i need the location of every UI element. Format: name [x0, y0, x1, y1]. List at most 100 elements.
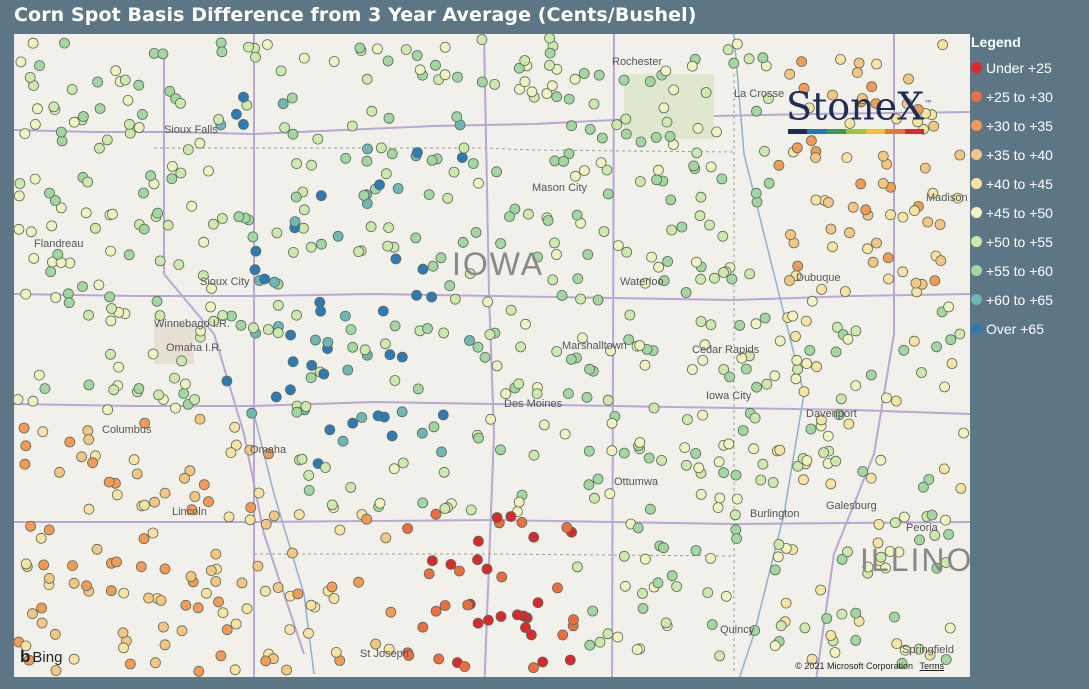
basis-marker[interactable] [437, 409, 449, 421]
legend-item[interactable]: +55 to +60 [971, 256, 1089, 285]
basis-marker[interactable] [292, 588, 304, 600]
basis-marker[interactable] [718, 467, 729, 479]
basis-marker[interactable] [583, 445, 595, 457]
basis-marker[interactable] [686, 60, 698, 72]
basis-marker[interactable] [865, 472, 877, 484]
basis-marker[interactable] [811, 361, 822, 373]
basis-marker[interactable] [660, 65, 672, 77]
basis-marker[interactable] [452, 71, 463, 83]
basis-marker[interactable] [176, 625, 188, 637]
basis-marker[interactable] [247, 322, 259, 334]
basis-marker[interactable] [491, 166, 503, 178]
basis-marker[interactable] [511, 609, 523, 621]
basis-marker[interactable] [473, 177, 484, 189]
basis-marker[interactable] [801, 455, 813, 466]
basis-marker[interactable] [411, 289, 423, 301]
basis-marker[interactable] [359, 344, 371, 356]
basis-marker[interactable] [155, 595, 167, 606]
basis-marker[interactable] [354, 42, 366, 54]
basis-marker[interactable] [14, 394, 24, 405]
basis-marker[interactable] [159, 639, 171, 651]
basis-marker[interactable] [118, 642, 129, 654]
basis-marker[interactable] [602, 628, 614, 640]
basis-marker[interactable] [791, 354, 803, 366]
basis-marker[interactable] [293, 509, 305, 521]
basis-marker[interactable] [835, 393, 847, 405]
basis-marker[interactable] [551, 346, 563, 357]
basis-marker[interactable] [124, 127, 136, 139]
basis-marker[interactable] [664, 131, 676, 142]
basis-marker[interactable] [589, 492, 600, 504]
basis-marker[interactable] [544, 47, 556, 59]
basis-marker[interactable] [954, 149, 966, 161]
basis-marker[interactable] [922, 216, 934, 228]
basis-marker[interactable] [660, 617, 672, 629]
basis-marker[interactable] [544, 59, 555, 71]
basis-marker[interactable] [780, 597, 792, 609]
basis-marker[interactable] [238, 91, 249, 103]
basis-marker[interactable] [66, 84, 78, 95]
basis-marker[interactable] [119, 74, 131, 86]
basis-marker[interactable] [237, 119, 249, 130]
basis-marker[interactable] [43, 524, 55, 536]
basis-marker[interactable] [784, 275, 795, 286]
basis-marker[interactable] [691, 147, 703, 159]
basis-marker[interactable] [772, 551, 784, 563]
basis-marker[interactable] [520, 318, 531, 330]
basis-marker[interactable] [769, 564, 781, 576]
basis-marker[interactable] [588, 98, 600, 110]
bing-logo[interactable]: b Bing [20, 647, 62, 667]
basis-marker[interactable] [31, 103, 43, 115]
basis-marker[interactable] [386, 430, 398, 442]
basis-marker[interactable] [55, 126, 67, 138]
basis-marker[interactable] [427, 260, 439, 272]
basis-marker[interactable] [818, 447, 829, 459]
basis-marker[interactable] [693, 462, 705, 474]
basis-marker[interactable] [423, 189, 435, 201]
basis-marker[interactable] [272, 299, 284, 311]
basis-marker[interactable] [563, 93, 575, 105]
basis-marker[interactable] [467, 158, 479, 169]
basis-marker[interactable] [260, 518, 272, 530]
basis-marker[interactable] [805, 423, 817, 435]
basis-marker[interactable] [744, 268, 756, 280]
basis-marker[interactable] [384, 349, 396, 361]
basis-marker[interactable] [910, 277, 922, 289]
basis-marker[interactable] [843, 418, 855, 430]
basis-marker[interactable] [763, 177, 775, 189]
basis-marker[interactable] [358, 189, 370, 201]
basis-marker[interactable] [695, 191, 707, 203]
basis-marker[interactable] [133, 79, 145, 91]
basis-marker[interactable] [439, 600, 451, 611]
basis-marker[interactable] [620, 113, 632, 125]
basis-marker[interactable] [27, 608, 38, 620]
basis-marker[interactable] [247, 231, 259, 243]
basis-marker[interactable] [546, 80, 558, 92]
basis-marker[interactable] [639, 359, 651, 371]
basis-marker[interactable] [198, 236, 210, 248]
basis-marker[interactable] [279, 122, 291, 133]
basis-marker[interactable] [245, 502, 257, 513]
basis-marker[interactable] [584, 363, 595, 375]
basis-marker[interactable] [835, 53, 846, 65]
basis-marker[interactable] [785, 229, 796, 241]
basis-marker[interactable] [430, 508, 442, 520]
basis-marker[interactable] [175, 167, 187, 179]
basis-marker[interactable] [217, 607, 229, 619]
basis-marker[interactable] [330, 647, 342, 658]
basis-marker[interactable] [438, 466, 450, 478]
basis-marker[interactable] [897, 211, 909, 223]
basis-marker[interactable] [875, 454, 887, 466]
basis-marker[interactable] [798, 474, 809, 486]
basis-marker[interactable] [592, 473, 604, 485]
basis-marker[interactable] [528, 531, 540, 543]
basis-marker[interactable] [547, 274, 559, 286]
basis-marker[interactable] [750, 187, 762, 199]
basis-marker[interactable] [792, 363, 803, 375]
basis-marker[interactable] [680, 287, 692, 298]
basis-marker[interactable] [93, 279, 105, 291]
basis-marker[interactable] [101, 134, 113, 146]
basis-marker[interactable] [767, 477, 779, 488]
basis-marker[interactable] [504, 211, 515, 223]
basis-marker[interactable] [552, 582, 563, 594]
